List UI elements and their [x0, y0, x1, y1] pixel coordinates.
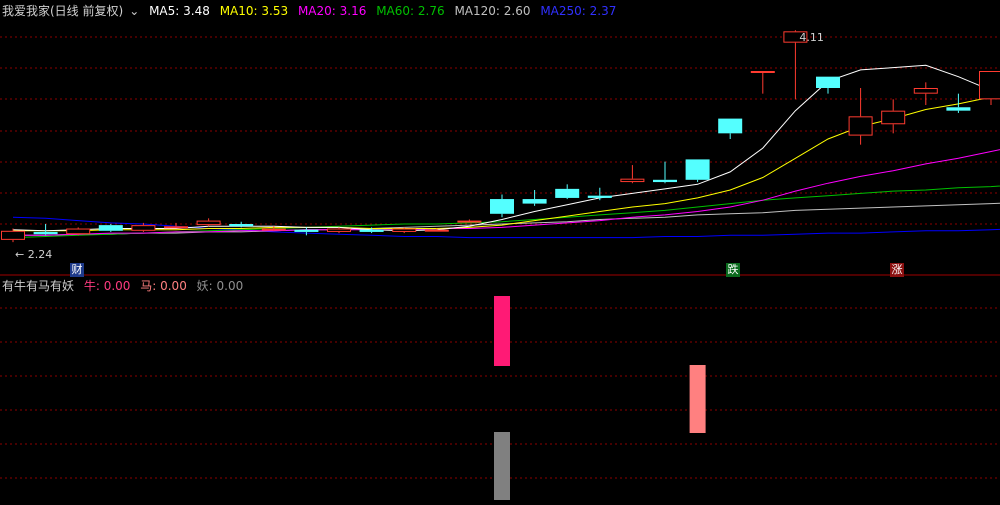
settings-toggle-icon[interactable]: ⌄ [129, 4, 139, 18]
candle-body [979, 71, 1000, 100]
candle-body [164, 226, 188, 229]
candle [522, 190, 547, 206]
candle-body [392, 228, 417, 232]
candle [98, 224, 123, 232]
candlesticks [1, 30, 1000, 243]
candle-body [1, 230, 25, 240]
candle-body [131, 225, 156, 231]
ma250-label: MA250: 2.37 [540, 4, 617, 18]
candle [587, 187, 612, 201]
candle-body [327, 228, 351, 232]
ma5-label: MA5: 3.48 [149, 4, 210, 18]
ma120-label: MA120: 2.60 [454, 4, 531, 18]
candle [490, 194, 514, 218]
candle-body [848, 116, 873, 136]
candle [653, 161, 677, 184]
candle-body [229, 224, 254, 227]
grid-lines [0, 36, 1000, 479]
candle-body [750, 71, 775, 73]
ma10-label: MA10: 3.53 [219, 4, 289, 18]
candle [555, 184, 580, 200]
fall-marker[interactable]: 跌 [726, 263, 740, 277]
candle-body [66, 228, 91, 235]
candle-body [261, 228, 286, 231]
candle [913, 82, 938, 105]
chart-title[interactable]: 我爱我家(日线 前复权) [2, 4, 123, 18]
candle [881, 99, 906, 134]
candle-body [33, 231, 58, 235]
candle-body [424, 229, 449, 232]
candle-body [555, 188, 580, 198]
yao-label: 妖: 0.00 [196, 279, 244, 293]
indicator-bar [494, 432, 510, 500]
rise-marker[interactable]: 涨 [890, 263, 904, 277]
finance-marker[interactable]: 财 [70, 263, 84, 277]
niu-label: 牛: 0.00 [83, 279, 131, 293]
candle [294, 227, 319, 236]
candle-body [881, 110, 906, 125]
candle [946, 93, 971, 113]
candle [685, 159, 710, 183]
candle-body [620, 178, 645, 183]
candle [66, 227, 91, 236]
indicator-title[interactable]: 有牛有马有妖 [2, 279, 74, 293]
indicator-bar [494, 296, 510, 366]
main-header: 我爱我家(日线 前复权) ⌄ MA5: 3.48 MA10: 3.53 MA20:… [2, 2, 622, 20]
low-price-label: ← 2.24 [15, 248, 52, 261]
candle-body [490, 199, 514, 214]
kline-chart[interactable]: 4.11 ← 2.24 [0, 0, 1000, 505]
candle-body [294, 229, 319, 232]
candle-body [457, 220, 482, 223]
candle [33, 224, 58, 236]
candle-body [816, 76, 840, 88]
ma20-line [13, 149, 1000, 236]
ma20-label: MA20: 3.16 [297, 4, 367, 18]
candle-body [718, 118, 743, 134]
candle [816, 76, 840, 94]
ma-label: 马: 0.00 [140, 279, 187, 293]
indicator-bar [689, 365, 706, 433]
ma60-label: MA60: 2.76 [376, 4, 445, 18]
candle [620, 165, 645, 184]
candle [750, 71, 775, 94]
candle-body [653, 179, 677, 183]
candle-body [685, 159, 710, 180]
high-price-label: 4.11 [799, 31, 824, 44]
sub-header: 有牛有马有妖 牛: 0.00 马: 0.00 妖: 0.00 [2, 277, 249, 295]
candle [718, 118, 743, 139]
candle [457, 219, 482, 223]
candle-body [913, 88, 938, 94]
candle-body [522, 199, 547, 204]
candle-body [359, 229, 384, 232]
candle-body [946, 107, 971, 111]
candle [196, 218, 221, 227]
candle [979, 71, 1000, 105]
candle-body [587, 195, 612, 198]
candle-body [196, 220, 221, 226]
candle [848, 88, 873, 145]
indicator-bars [494, 296, 706, 500]
candle-body [98, 225, 123, 231]
